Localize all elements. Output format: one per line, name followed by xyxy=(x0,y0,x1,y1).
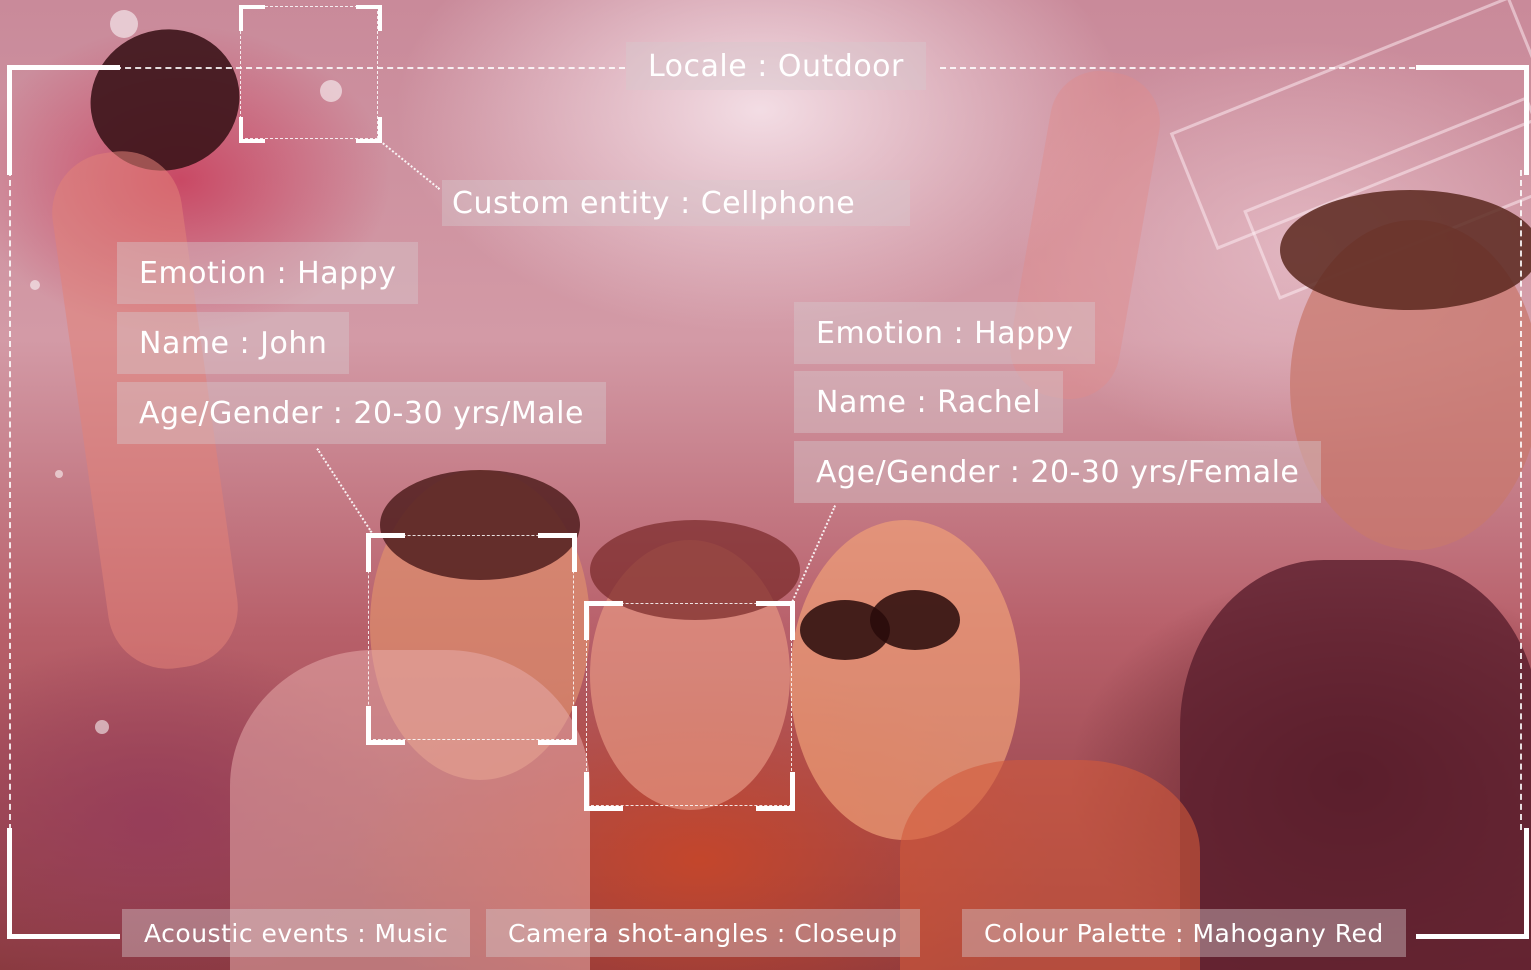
box-corner xyxy=(366,533,405,572)
colour-palette-tag: Colour Palette : Mahogany Red xyxy=(962,909,1406,957)
frame-corner-top-right xyxy=(1416,65,1529,175)
outer-frame-left xyxy=(9,170,11,830)
box-corner xyxy=(356,5,382,31)
john-emotion-label: Emotion : Happy xyxy=(139,255,397,291)
john-name-tag: Name : John xyxy=(117,312,350,374)
camera-angle-label: Camera shot-angles : Closeup xyxy=(508,918,898,948)
outer-frame-top-right xyxy=(940,67,1415,69)
locale-tag: Locale : Outdoor xyxy=(626,42,926,90)
light-spark xyxy=(95,720,109,734)
rachel-emotion-label: Emotion : Happy xyxy=(816,315,1074,351)
custom-entity-label: Custom entity : Cellphone xyxy=(452,185,856,221)
box-corner xyxy=(756,772,795,811)
frame-corner-bottom-left xyxy=(7,828,120,939)
john-age-gender-label: Age/Gender : 20-30 yrs/Male xyxy=(139,395,584,431)
rachel-emotion-tag: Emotion : Happy xyxy=(794,302,1096,364)
camera-angle-tag: Camera shot-angles : Closeup xyxy=(486,909,920,957)
box-corner xyxy=(538,706,577,745)
box-corner xyxy=(538,533,577,572)
rachel-age-gender-tag: Age/Gender : 20-30 yrs/Female xyxy=(794,441,1322,503)
john-name-label: Name : John xyxy=(139,325,328,361)
john-emotion-tag: Emotion : Happy xyxy=(117,242,419,304)
outer-frame-right xyxy=(1520,170,1522,830)
frame-corner-bottom-right xyxy=(1416,828,1529,939)
rachel-age-gender-label: Age/Gender : 20-30 yrs/Female xyxy=(816,454,1300,490)
sunglasses-lens xyxy=(870,590,960,650)
john-age-gender-tag: Age/Gender : 20-30 yrs/Male xyxy=(117,382,606,444)
box-corner xyxy=(239,117,265,143)
box-corner xyxy=(584,772,623,811)
locale-label: Locale : Outdoor xyxy=(648,48,904,84)
colour-palette-label: Colour Palette : Mahogany Red xyxy=(984,918,1384,948)
rachel-name-tag: Name : Rachel xyxy=(794,371,1064,433)
box-corner xyxy=(756,601,795,640)
box-corner xyxy=(239,5,265,31)
acoustic-events-tag: Acoustic events : Music xyxy=(122,909,471,957)
light-spark xyxy=(30,280,40,290)
light-spark xyxy=(110,10,138,38)
hair-shape xyxy=(1280,190,1531,310)
custom-entity-tag: Custom entity : Cellphone xyxy=(442,180,910,226)
acoustic-events-label: Acoustic events : Music xyxy=(144,918,449,948)
rachel-name-label: Name : Rachel xyxy=(816,384,1042,420)
box-corner xyxy=(366,706,405,745)
box-corner xyxy=(584,601,623,640)
frame-corner-top-left xyxy=(7,65,120,175)
light-spark xyxy=(55,470,63,478)
